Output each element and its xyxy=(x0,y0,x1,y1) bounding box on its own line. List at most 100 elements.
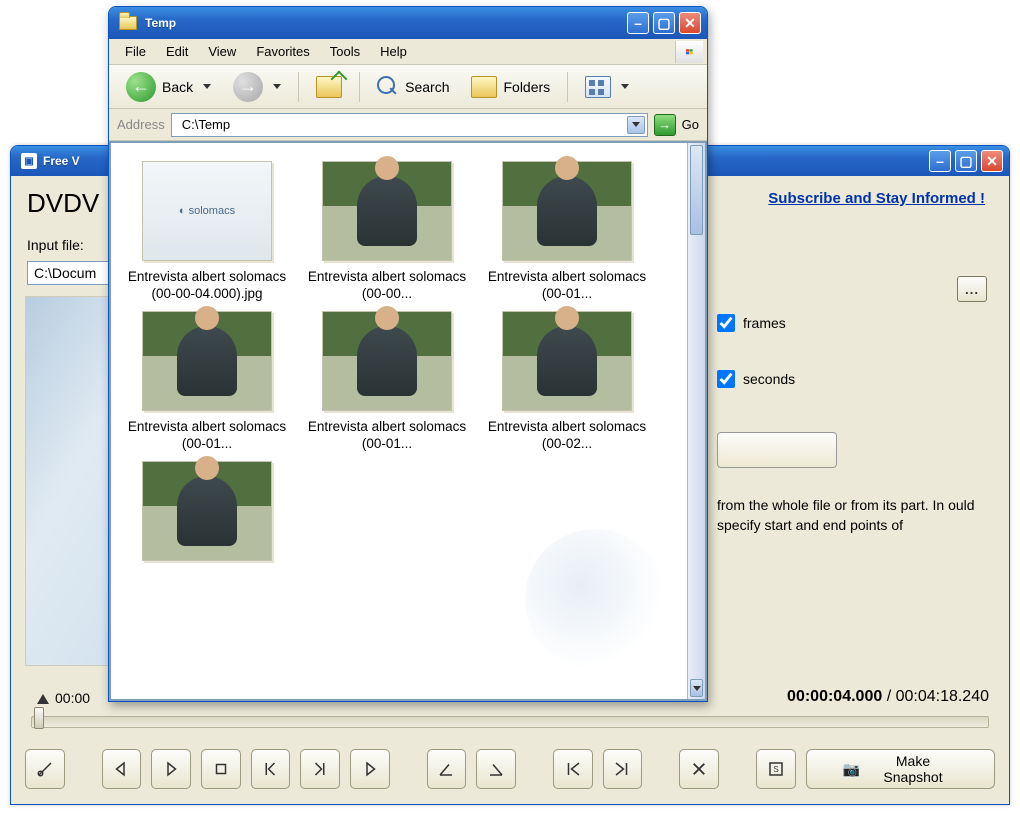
thumbnail-caption: Entrevista albert solomacs (00-00... xyxy=(307,269,467,303)
scrollbar-thumb[interactable] xyxy=(690,145,703,235)
app-maximize-button[interactable]: ▢ xyxy=(955,150,977,172)
seconds-checkbox[interactable] xyxy=(717,370,735,388)
mark-end-button[interactable] xyxy=(476,749,516,789)
folders-label: Folders xyxy=(503,79,550,95)
forward-button[interactable] xyxy=(350,749,390,789)
explorer-close-button[interactable]: ✕ xyxy=(679,12,701,34)
file-thumbnail[interactable]: ◐ solomacs Entrevista albert solomacs (00… xyxy=(121,161,293,303)
player-toolbar: S 📷 Make Snapshot xyxy=(25,746,995,792)
folders-icon xyxy=(471,76,497,98)
make-snapshot-button[interactable]: 📷 Make Snapshot xyxy=(806,749,996,789)
make-snapshot-label: Make Snapshot xyxy=(868,753,958,785)
explorer-maximize-button[interactable]: ▢ xyxy=(653,12,675,34)
menu-help[interactable]: Help xyxy=(370,41,417,62)
menu-favorites[interactable]: Favorites xyxy=(246,41,319,62)
app-minimize-button[interactable]: – xyxy=(929,150,951,172)
search-label: Search xyxy=(405,79,449,95)
frames-label: frames xyxy=(743,315,786,331)
watermark-icon xyxy=(525,529,665,669)
file-thumbnail[interactable]: Entrevista albert solomacs (00-02... xyxy=(481,311,653,453)
thumbnail-image xyxy=(322,311,452,411)
file-thumbnail[interactable]: Entrevista albert solomacs (00-00... xyxy=(301,161,473,303)
next-frame-button[interactable] xyxy=(300,749,340,789)
menu-file[interactable]: File xyxy=(115,41,156,62)
go-start-button[interactable] xyxy=(553,749,593,789)
seconds-label: seconds xyxy=(743,371,795,387)
app-icon: ▣ xyxy=(21,153,37,169)
explorer-minimize-button[interactable]: – xyxy=(627,12,649,34)
explorer-toolbar: ← Back → Search Folders xyxy=(109,65,707,109)
address-field[interactable]: C:\Temp xyxy=(171,113,648,137)
file-thumbnail[interactable]: Entrevista albert solomacs (00-01... xyxy=(301,311,473,453)
windows-flag-icon xyxy=(675,41,703,63)
prev-frame-button[interactable] xyxy=(251,749,291,789)
go-end-button[interactable] xyxy=(603,749,643,789)
time-total: 00:04:18.240 xyxy=(896,688,989,705)
forward-nav-button[interactable]: → xyxy=(224,70,290,104)
thumbnail-image xyxy=(502,311,632,411)
explorer-window: Temp – ▢ ✕ File Edit View Favorites Tool… xyxy=(108,6,708,702)
file-thumbnail[interactable]: Entrevista albert solomacs (00-01... xyxy=(481,161,653,303)
search-button[interactable]: Search xyxy=(368,70,458,104)
browse-button[interactable]: ... xyxy=(957,276,987,302)
rewind-button[interactable] xyxy=(102,749,142,789)
timeline-thumb[interactable] xyxy=(34,707,44,729)
thumbnail-image xyxy=(322,161,452,261)
menu-tools[interactable]: Tools xyxy=(320,41,370,62)
folders-button[interactable]: Folders xyxy=(462,70,559,104)
capture-button[interactable]: S xyxy=(756,749,796,789)
delete-button[interactable] xyxy=(679,749,719,789)
thumbnail-caption: Entrevista albert solomacs (00-00-04.000… xyxy=(127,269,287,303)
folder-icon xyxy=(119,16,137,30)
chevron-down-icon[interactable] xyxy=(621,84,629,89)
chevron-down-icon[interactable] xyxy=(273,84,281,89)
address-dropdown[interactable] xyxy=(627,116,645,134)
explorer-title: Temp xyxy=(145,16,623,30)
explorer-titlebar[interactable]: Temp – ▢ ✕ xyxy=(109,7,707,39)
up-button[interactable] xyxy=(307,70,351,104)
address-label: Address xyxy=(117,117,165,132)
address-bar: Address C:\Temp → Go xyxy=(109,109,707,141)
action-button[interactable] xyxy=(717,432,837,468)
explorer-content[interactable]: ◐ solomacs Entrevista albert solomacs (00… xyxy=(109,141,707,701)
camera-icon: 📷 xyxy=(843,761,860,778)
forward-icon: → xyxy=(233,72,263,102)
folder-up-icon xyxy=(316,76,342,98)
time-start: 00:00 xyxy=(37,690,90,706)
timeline-slider[interactable] xyxy=(31,716,989,728)
mark-start-button[interactable] xyxy=(427,749,467,789)
thumbnail-image xyxy=(142,311,272,411)
frames-checkbox[interactable] xyxy=(717,314,735,332)
thumbnail-caption: Entrevista albert solomacs (00-02... xyxy=(487,419,647,453)
thumbnail-caption: Entrevista albert solomacs (00-01... xyxy=(487,269,647,303)
thumbnail-caption: Entrevista albert solomacs (00-01... xyxy=(127,419,287,453)
scroll-down-button[interactable] xyxy=(690,679,703,697)
file-thumbnail[interactable]: Entrevista albert solomacs (00-01... xyxy=(121,311,293,453)
views-button[interactable] xyxy=(576,70,638,104)
chevron-down-icon[interactable] xyxy=(203,84,211,89)
back-button[interactable]: ← Back xyxy=(117,70,220,104)
input-file-label: Input file: xyxy=(27,237,84,253)
go-button[interactable]: → xyxy=(654,114,676,136)
back-label: Back xyxy=(162,79,193,95)
svg-text:S: S xyxy=(773,765,779,774)
file-thumbnail[interactable] xyxy=(121,461,293,561)
menu-view[interactable]: View xyxy=(198,41,246,62)
subscribe-link[interactable]: Subscribe and Stay Informed ! xyxy=(768,190,985,207)
views-icon xyxy=(585,76,611,98)
thumbnail-image xyxy=(142,461,272,561)
stop-button[interactable] xyxy=(201,749,241,789)
back-icon: ← xyxy=(126,72,156,102)
thumbnail-image xyxy=(502,161,632,261)
app-close-button[interactable]: ✕ xyxy=(981,150,1003,172)
go-label: Go xyxy=(682,117,699,132)
explorer-menubar: File Edit View Favorites Tools Help xyxy=(109,39,707,65)
settings-button[interactable] xyxy=(25,749,65,789)
vertical-scrollbar[interactable] xyxy=(687,143,705,699)
thumbnail-image: ◐ solomacs xyxy=(142,161,272,261)
menu-edit[interactable]: Edit xyxy=(156,41,198,62)
hint-text: from the whole file or from its part. In… xyxy=(717,496,987,535)
play-button[interactable] xyxy=(151,749,191,789)
time-current: 00:00:04.000 xyxy=(787,688,882,705)
thumbnail-caption: Entrevista albert solomacs (00-01... xyxy=(307,419,467,453)
